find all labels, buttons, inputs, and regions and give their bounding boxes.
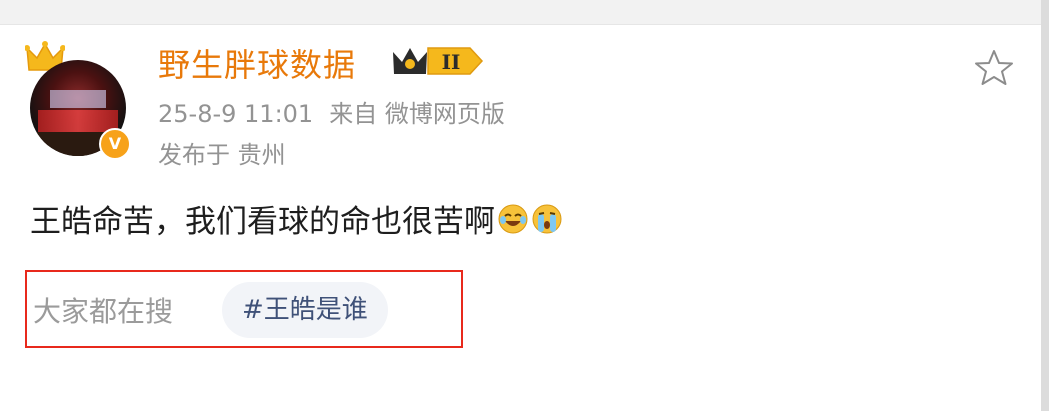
- post-meta: 25-8-9 11:01 来自 微博网页版: [158, 94, 505, 129]
- level-label: II: [442, 50, 461, 74]
- post-source: 来自 微博网页版: [329, 100, 505, 128]
- hot-search-topic-button[interactable]: #王皓是谁: [222, 282, 388, 338]
- post-time[interactable]: 25-8-9 11:01: [158, 100, 313, 128]
- verified-badge-icon: V: [99, 128, 131, 160]
- post-text: 王皓命苦，我们看球的命也很苦啊: [30, 204, 495, 240]
- author-avatar-block[interactable]: V: [25, 40, 131, 160]
- level-badge-icon[interactable]: II: [390, 42, 486, 80]
- top-bar: [0, 0, 1049, 25]
- post-content: 王皓命苦，我们看球的命也很苦啊: [30, 196, 563, 241]
- favorite-star-icon[interactable]: [974, 48, 1014, 88]
- author-name[interactable]: 野生胖球数据: [158, 40, 356, 86]
- sob-emoji-icon: [532, 204, 562, 233]
- crying-laugh-emoji-icon: [498, 204, 528, 233]
- post-location: 发布于 贵州: [158, 141, 286, 169]
- hot-search-label: 大家都在搜: [33, 295, 174, 328]
- scrollbar-track[interactable]: [1041, 0, 1049, 411]
